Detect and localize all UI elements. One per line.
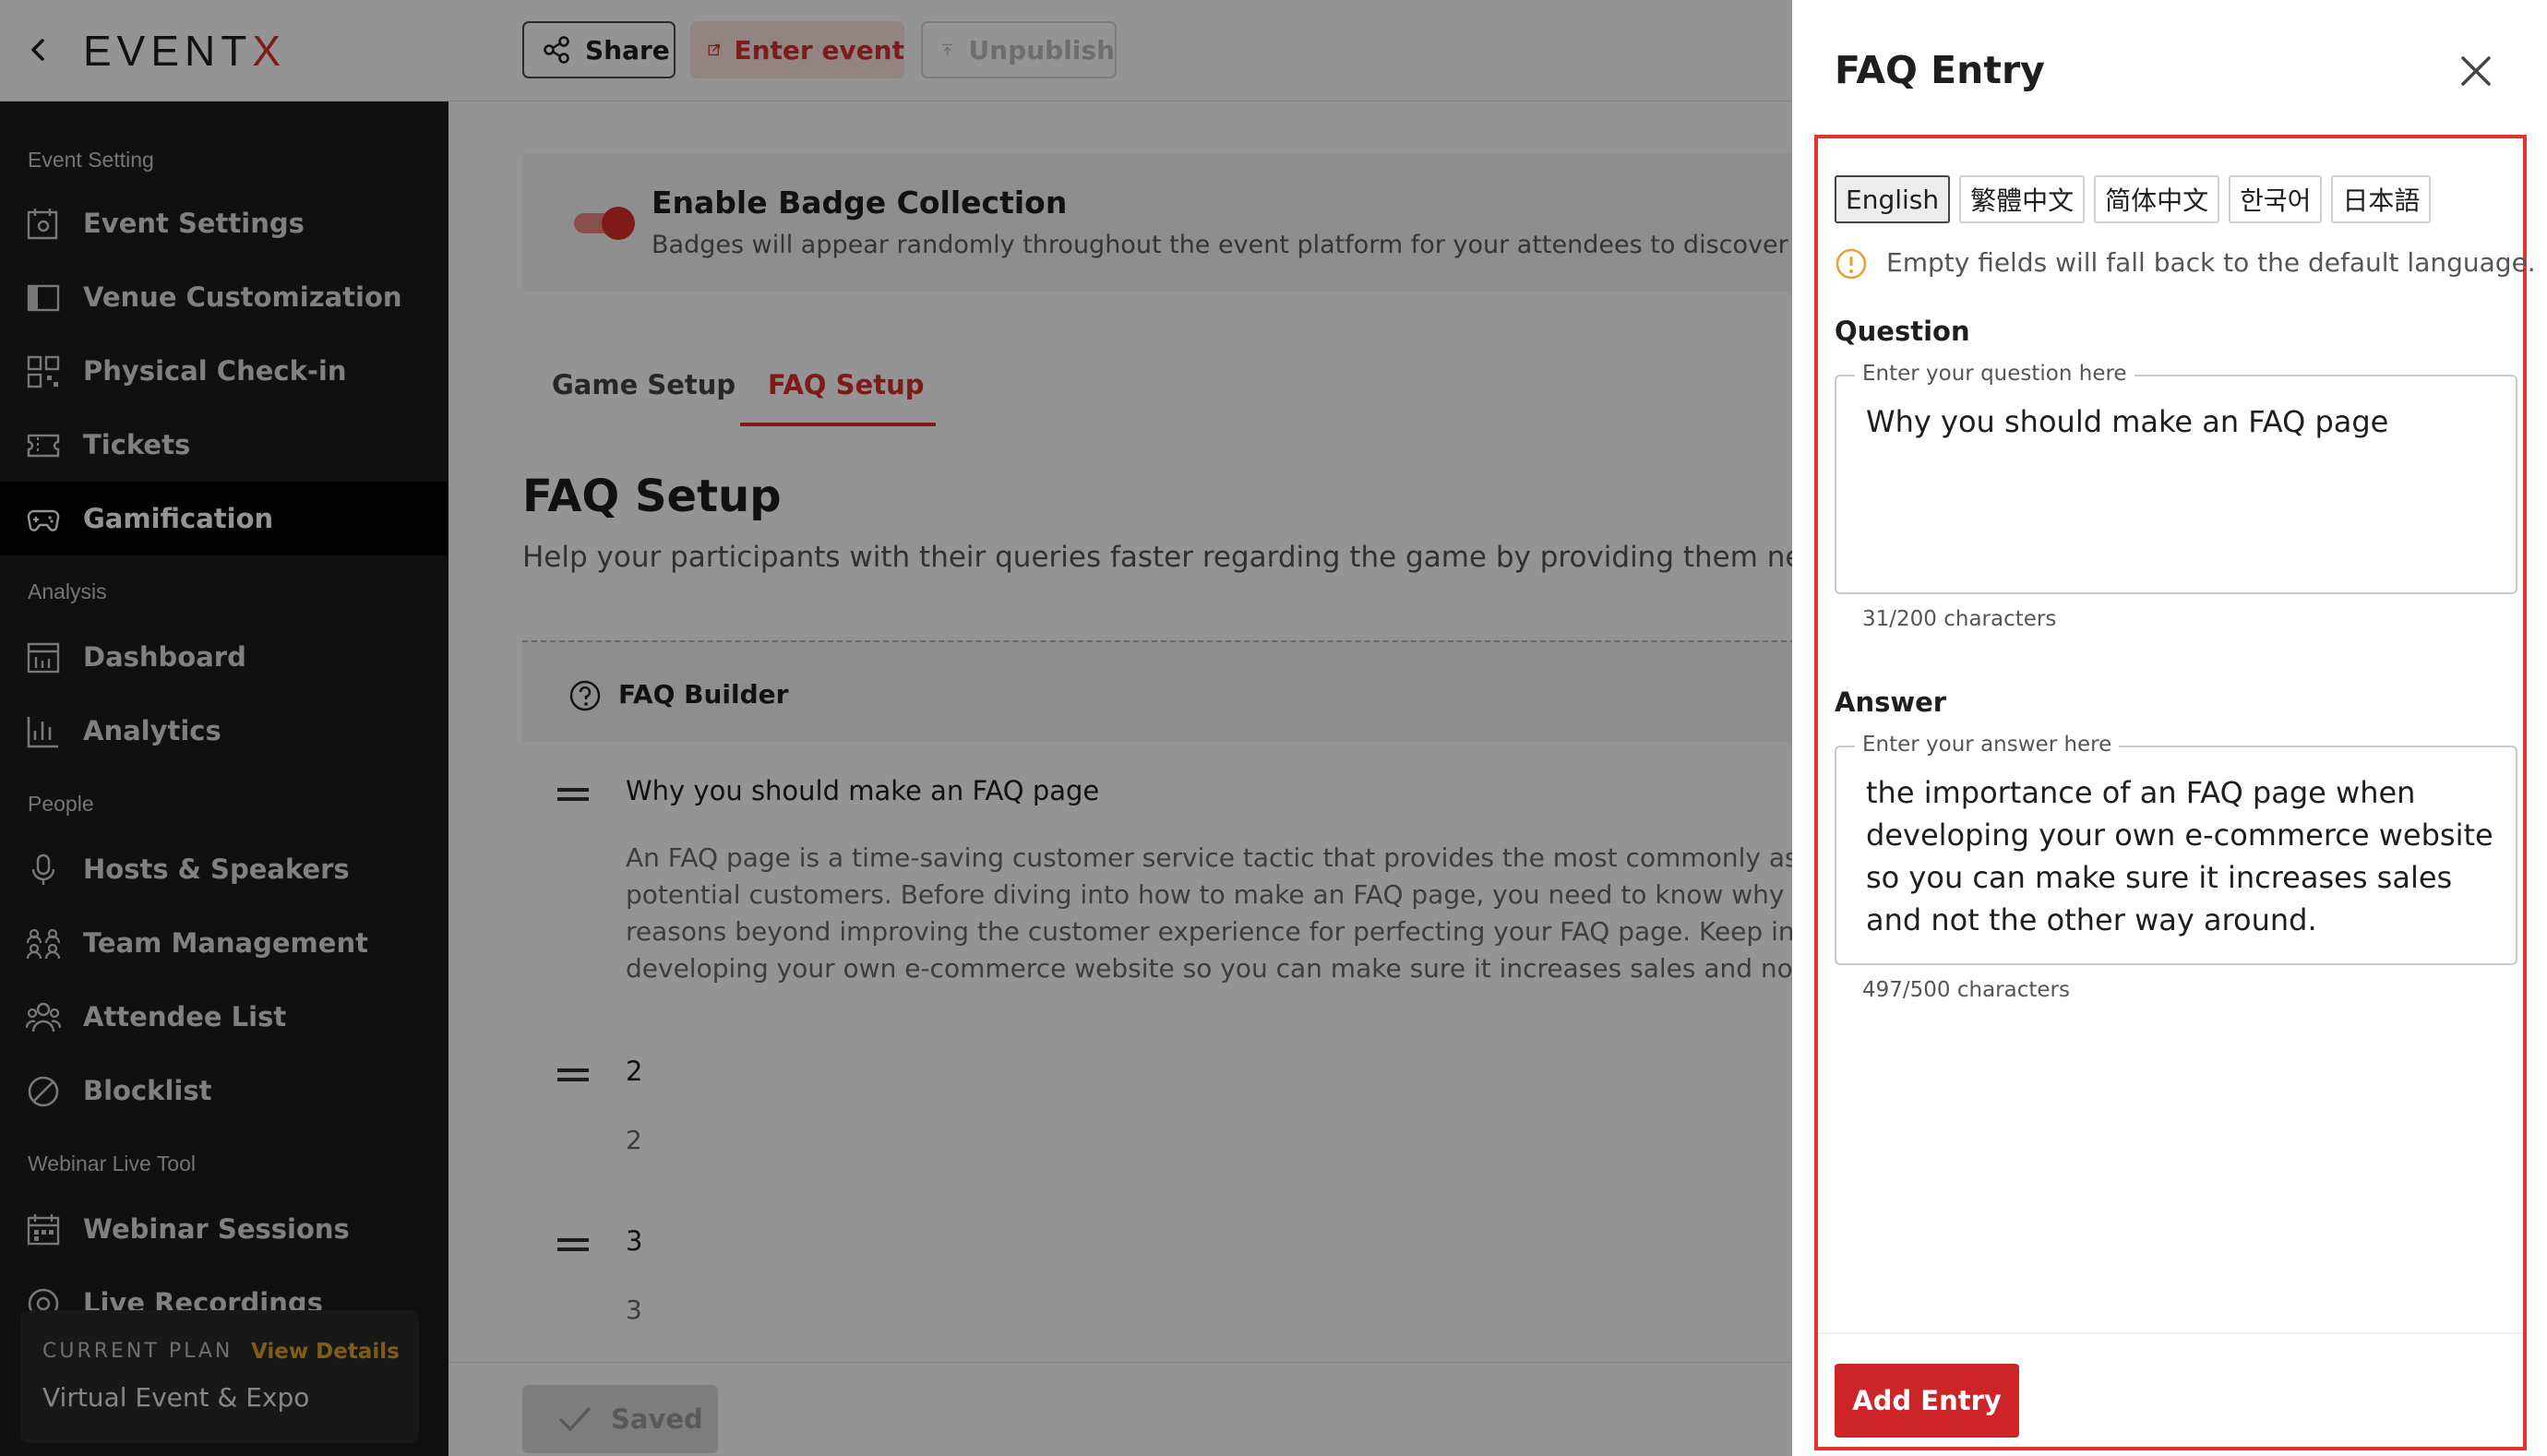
language-tab-traditional-chinese[interactable]: 繁體中文 [1959,175,2086,223]
language-tabs: English 繁體中文 简体中文 한국어 日本語 [1835,175,2432,223]
drawer-title: FAQ Entry [1835,48,2045,92]
answer-char-count: 497/500 characters [1862,978,2070,1002]
answer-placeholder: Enter your answer here [1855,733,2120,757]
answer-field[interactable]: Enter your answer here the importance of… [1835,733,2517,965]
answer-input[interactable]: the importance of an FAQ page when devel… [1866,771,2493,941]
fallback-info-text: Empty fields will fall back to the defau… [1886,247,2536,278]
close-button[interactable] [2458,54,2493,89]
faq-entry-drawer: FAQ Entry English 繁體中文 简体中文 한국어 日本語 Empt… [1792,0,2547,1456]
question-label: Question [1835,316,1970,347]
language-tab-simplified-chinese[interactable]: 简体中文 [2094,175,2220,223]
question-input[interactable]: Why you should make an FAQ page [1866,400,2493,443]
language-tab-japanese[interactable]: 日本語 [2331,175,2432,223]
answer-label: Answer [1835,686,1947,718]
question-placeholder: Enter your question here [1855,362,2134,386]
close-icon [2461,56,2491,86]
language-tab-english[interactable]: English [1835,175,1951,223]
modal-overlay[interactable] [0,0,1792,1456]
language-tab-korean[interactable]: 한국어 [2229,175,2323,223]
add-entry-button[interactable]: Add Entry [1835,1364,2019,1438]
question-char-count: 31/200 characters [1862,607,2057,631]
drawer-footer-divider [1818,1332,2523,1334]
question-field[interactable]: Enter your question here Why you should … [1835,362,2517,594]
info-icon [1836,248,1867,280]
